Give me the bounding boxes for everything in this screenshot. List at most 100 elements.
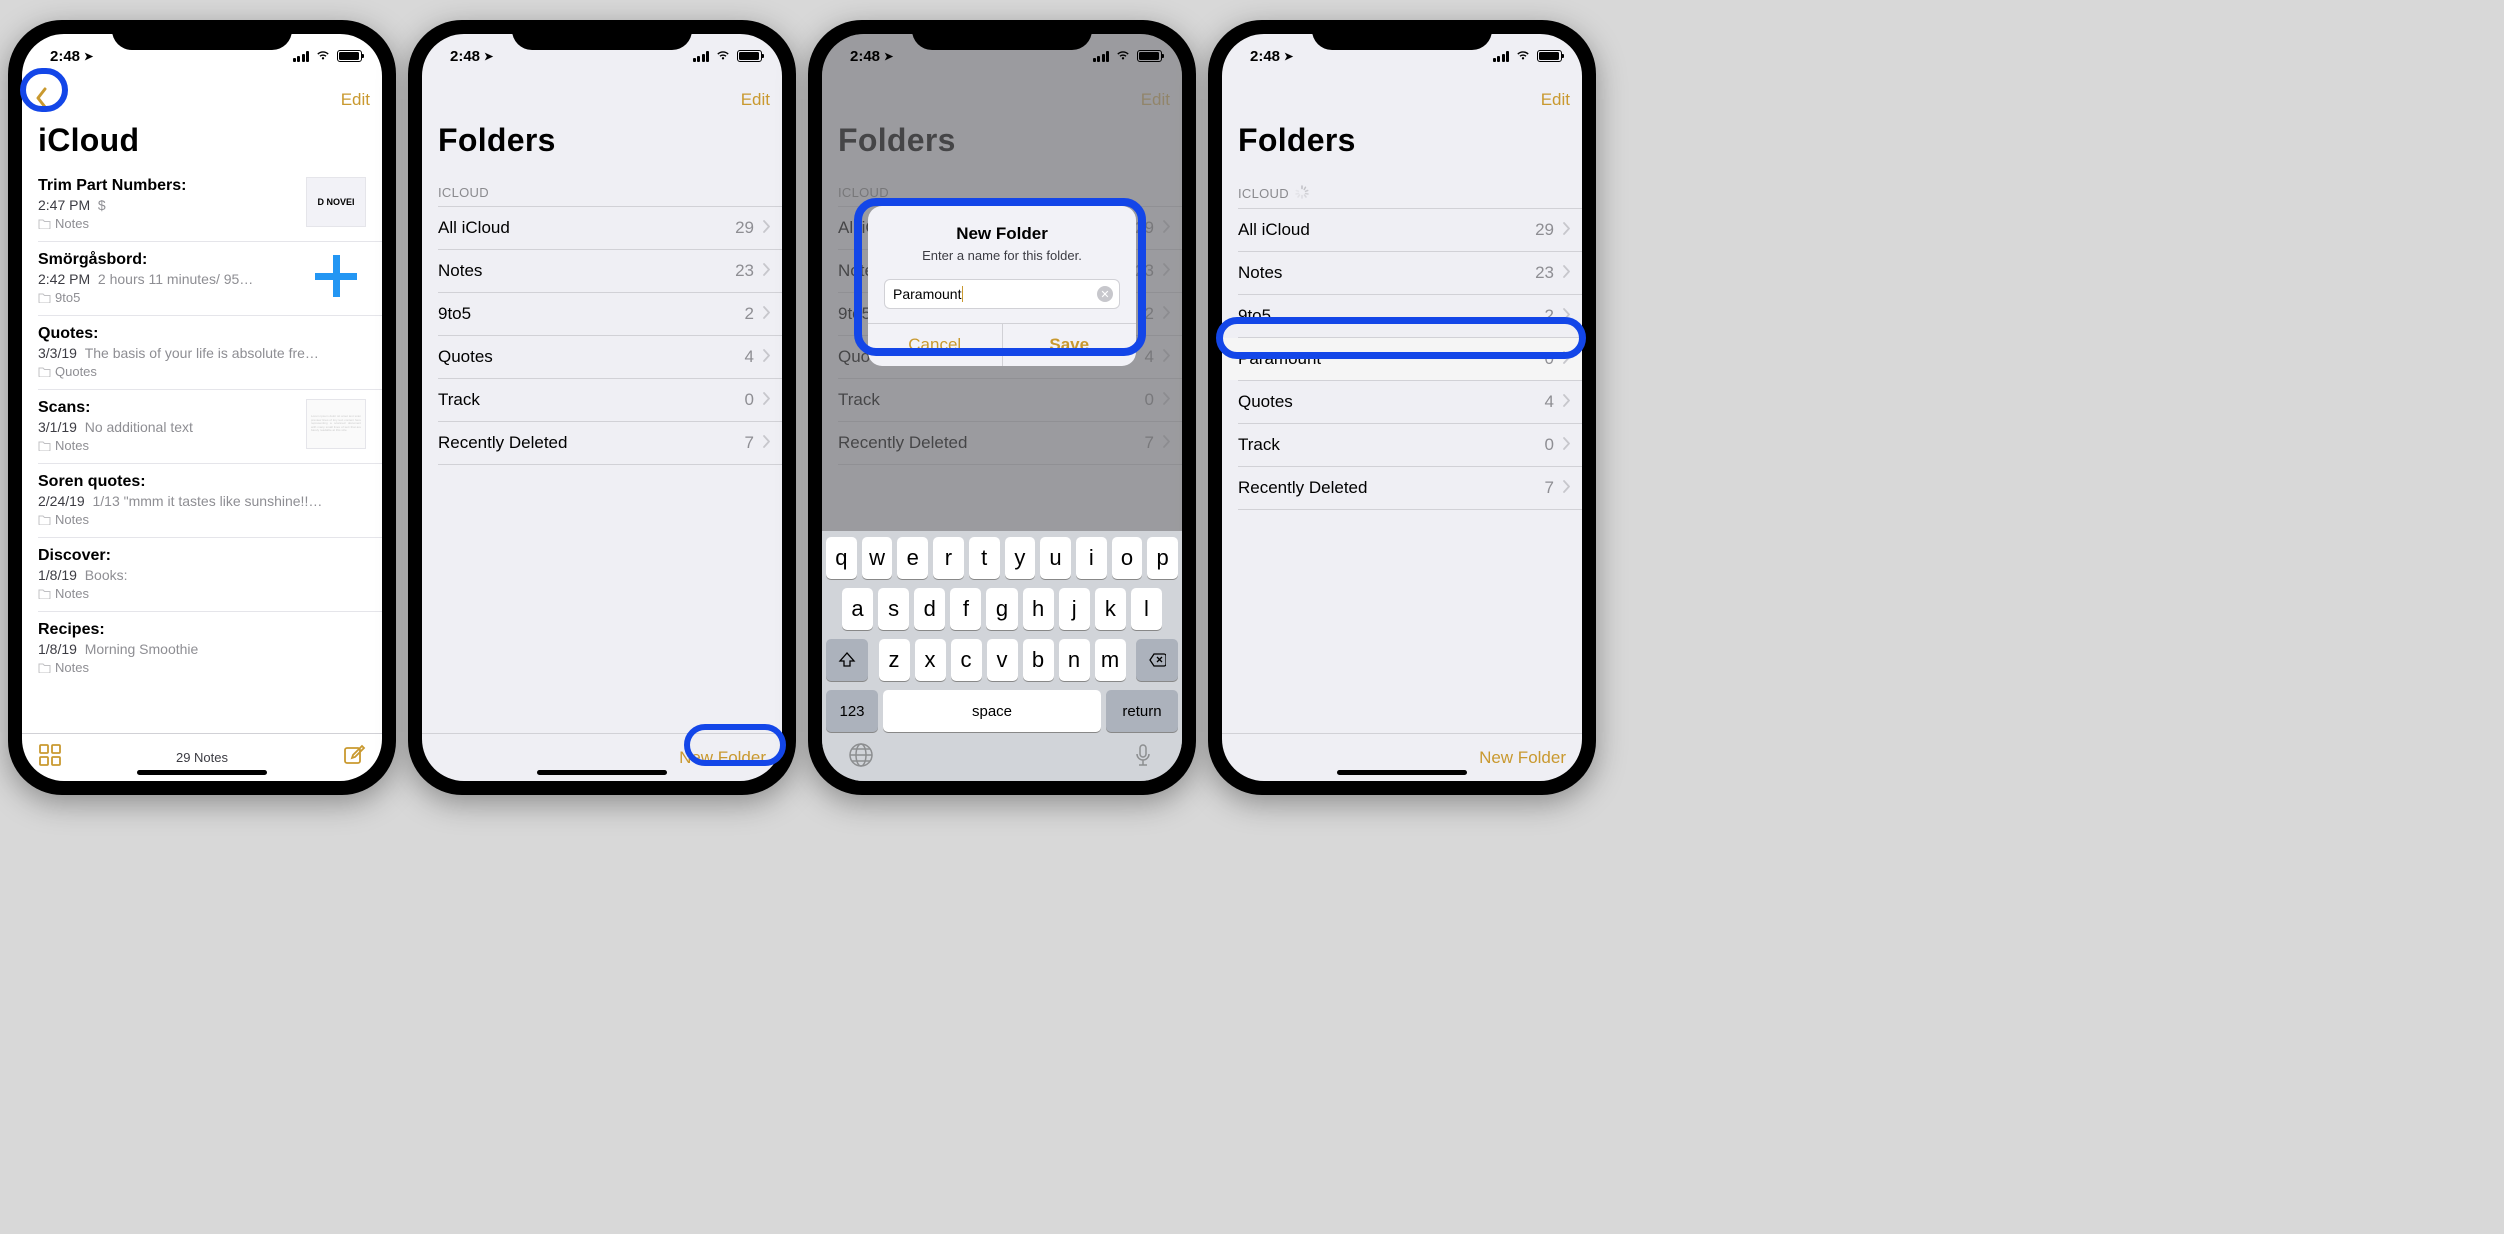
key-q[interactable]: q — [826, 537, 857, 579]
key-c[interactable]: c — [951, 639, 982, 681]
key-b[interactable]: b — [1023, 639, 1054, 681]
attachments-view-button[interactable] — [38, 743, 62, 772]
edit-button[interactable]: Edit — [341, 90, 370, 110]
chevron-right-icon — [1562, 392, 1570, 412]
folders-list[interactable]: ICLOUD All iCloud29Notes239to52Paramount… — [1222, 167, 1582, 733]
key-l[interactable]: l — [1131, 588, 1162, 630]
wifi-icon — [315, 48, 331, 65]
key-v[interactable]: v — [987, 639, 1018, 681]
key-i[interactable]: i — [1076, 537, 1107, 579]
chevron-right-icon — [1562, 263, 1570, 283]
key-f[interactable]: f — [950, 588, 981, 630]
chevron-right-icon — [1562, 349, 1570, 369]
chevron-right-icon — [1562, 306, 1570, 326]
compose-button[interactable] — [342, 743, 366, 772]
chevron-right-icon — [1562, 220, 1570, 240]
keyboard[interactable]: qwertyuiop asdfghjkl zxcvbnm 123 space r… — [822, 531, 1182, 781]
folder-row[interactable]: 9to52 — [1222, 295, 1582, 337]
folder-row[interactable]: Track0 — [1222, 424, 1582, 466]
new-folder-alert: New Folder Enter a name for this folder.… — [868, 206, 1136, 366]
home-indicator[interactable] — [537, 770, 667, 775]
battery-icon — [337, 50, 362, 62]
key-w[interactable]: w — [862, 537, 893, 579]
home-indicator[interactable] — [1337, 770, 1467, 775]
chevron-right-icon — [762, 304, 770, 324]
shift-key[interactable] — [826, 639, 868, 681]
key-x[interactable]: x — [915, 639, 946, 681]
home-indicator[interactable] — [137, 770, 267, 775]
alert-message: Enter a name for this folder. — [884, 248, 1120, 263]
return-key[interactable]: return — [1106, 690, 1178, 732]
chevron-right-icon — [1562, 478, 1570, 498]
back-button[interactable] — [34, 87, 48, 114]
section-header: ICLOUD — [422, 167, 782, 206]
folders-list[interactable]: ICLOUD All iCloud29Notes239to52Quotes4Tr… — [422, 167, 782, 733]
edit-button[interactable]: Edit — [741, 90, 770, 110]
key-t[interactable]: t — [969, 537, 1000, 579]
key-n[interactable]: n — [1059, 639, 1090, 681]
folder-row[interactable]: Notes23 — [1222, 252, 1582, 294]
status-time: 2:48 — [50, 48, 80, 65]
notes-list[interactable]: Trim Part Numbers:2:47 PM $ NotesD NOVEI… — [22, 167, 382, 733]
note-thumbnail: D NOVEI — [306, 177, 366, 227]
key-p[interactable]: p — [1147, 537, 1178, 579]
cancel-button[interactable]: Cancel — [868, 324, 1002, 366]
chevron-right-icon — [1562, 435, 1570, 455]
status-bar: 2:48 ➤ — [22, 34, 382, 78]
notes-count: 29 Notes — [22, 750, 382, 765]
key-y[interactable]: y — [1005, 537, 1036, 579]
note-item[interactable]: Scans:3/1/19 No additional text NotesLor… — [22, 389, 382, 463]
numbers-key[interactable]: 123 — [826, 690, 878, 732]
key-u[interactable]: u — [1040, 537, 1071, 579]
edit-button[interactable]: Edit — [1541, 90, 1570, 110]
key-o[interactable]: o — [1112, 537, 1143, 579]
key-m[interactable]: m — [1095, 639, 1126, 681]
folder-row[interactable]: Track0 — [422, 379, 782, 421]
key-e[interactable]: e — [897, 537, 928, 579]
note-item[interactable]: Soren quotes:2/24/19 1/13 "mmm it tastes… — [22, 463, 382, 537]
note-item[interactable]: Recipes:1/8/19 Morning Smoothie Notes — [22, 611, 382, 685]
folder-row[interactable]: All iCloud29 — [1222, 209, 1582, 251]
new-folder-button[interactable]: New Folder — [1479, 748, 1566, 768]
clear-text-icon[interactable]: ✕ — [1097, 286, 1113, 302]
key-h[interactable]: h — [1023, 588, 1054, 630]
globe-icon[interactable] — [848, 742, 874, 773]
page-title: Folders — [422, 122, 782, 167]
section-header: ICLOUD — [1222, 167, 1582, 208]
key-k[interactable]: k — [1095, 588, 1126, 630]
location-icon: ➤ — [84, 50, 93, 63]
save-button[interactable]: Save — [1002, 324, 1137, 366]
dictation-icon[interactable] — [1130, 742, 1156, 773]
key-r[interactable]: r — [933, 537, 964, 579]
nav-bar: Edit — [1222, 78, 1582, 122]
new-folder-button[interactable]: New Folder — [679, 748, 766, 768]
folder-row[interactable]: Quotes4 — [422, 336, 782, 378]
key-z[interactable]: z — [879, 639, 910, 681]
folder-row[interactable]: Notes23 — [422, 250, 782, 292]
note-thumbnail: Lorem ipsum dolor sit amet text scan pre… — [306, 399, 366, 449]
note-item[interactable]: Quotes:3/3/19 The basis of your life is … — [22, 315, 382, 389]
phone-2: 2:48➤ Edit Folders ICLOUD All iCloud29No… — [408, 20, 796, 795]
key-d[interactable]: d — [914, 588, 945, 630]
folder-row[interactable]: 9to52 — [422, 293, 782, 335]
key-s[interactable]: s — [878, 588, 909, 630]
note-item[interactable]: Smörgåsbord:2:42 PM 2 hours 11 minutes/ … — [22, 241, 382, 315]
note-thumbnail — [306, 251, 366, 301]
key-g[interactable]: g — [986, 588, 1017, 630]
folder-row[interactable]: Recently Deleted7 — [1222, 467, 1582, 509]
note-item[interactable]: Trim Part Numbers:2:47 PM $ NotesD NOVEI — [22, 167, 382, 241]
note-item[interactable]: Discover:1/8/19 Books: Notes — [22, 537, 382, 611]
key-a[interactable]: a — [842, 588, 873, 630]
space-key[interactable]: space — [883, 690, 1101, 732]
page-title: Folders — [1222, 122, 1582, 167]
folder-row[interactable]: Quotes4 — [1222, 381, 1582, 423]
folder-row[interactable]: All iCloud29 — [422, 207, 782, 249]
status-bar: 2:48➤ — [422, 34, 782, 78]
page-title: iCloud — [22, 122, 382, 167]
chevron-right-icon — [762, 261, 770, 281]
folder-row[interactable]: Paramount0 — [1222, 338, 1582, 380]
key-j[interactable]: j — [1059, 588, 1090, 630]
folder-row[interactable]: Recently Deleted7 — [422, 422, 782, 464]
folder-name-input[interactable]: Paramount ✕ — [884, 279, 1120, 309]
backspace-key[interactable] — [1136, 639, 1178, 681]
